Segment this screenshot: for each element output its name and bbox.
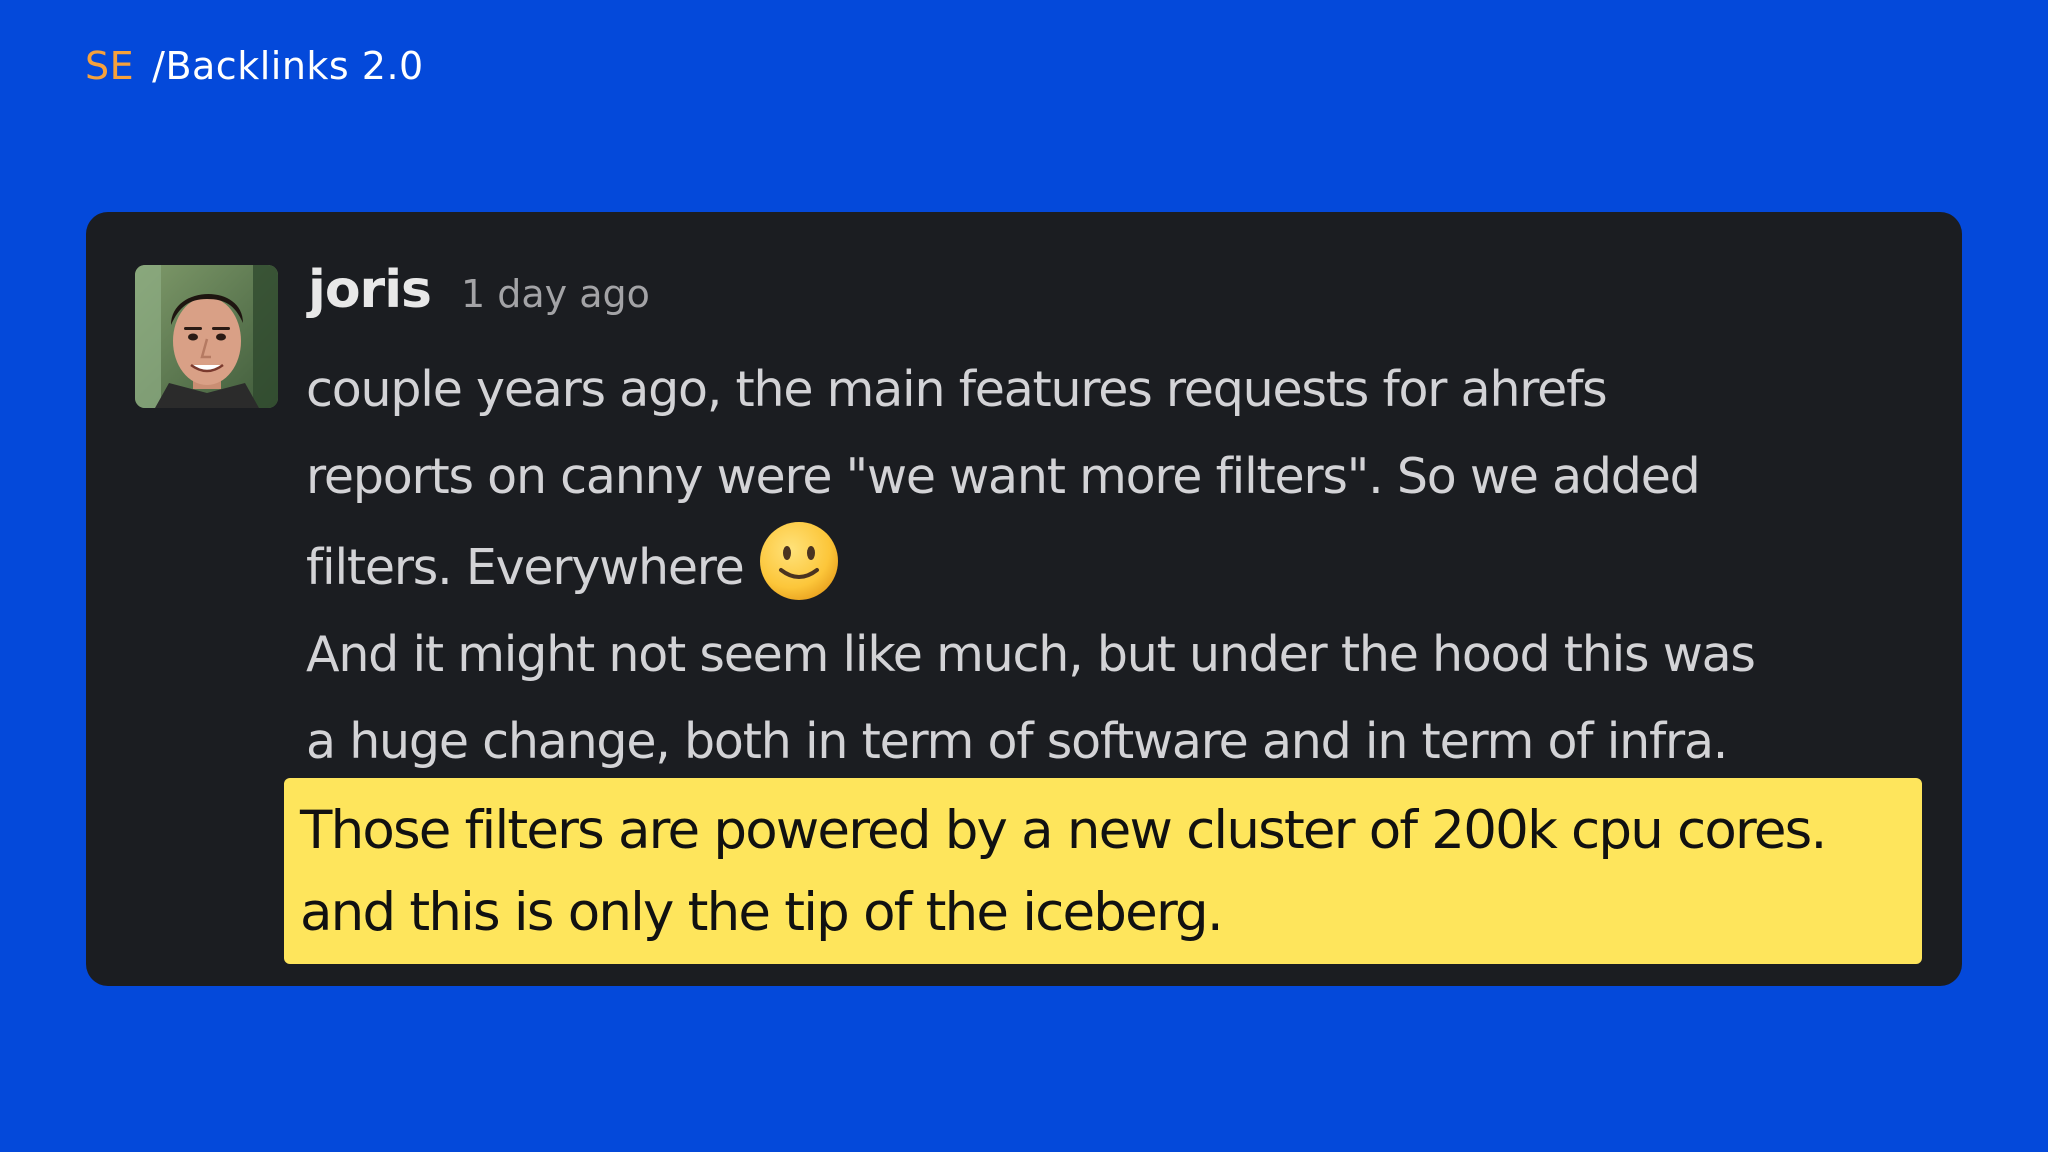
page-header: SE/Backlinks 2.0 bbox=[85, 38, 424, 94]
slightly-smiling-face-icon bbox=[758, 520, 840, 602]
message-line: a huge change, both in term of software … bbox=[306, 713, 1728, 770]
message-header: joris 1 day ago bbox=[308, 260, 650, 330]
message-line: couple years ago, the main features requ… bbox=[306, 361, 1608, 418]
message-timestamp[interactable]: 1 day ago bbox=[461, 272, 650, 316]
highlighted-line: Those filters are powered by a new clust… bbox=[300, 800, 1827, 861]
highlighted-text: Those filters are powered by a new clust… bbox=[284, 778, 1922, 964]
message-line-with-emoji: filters. Everywhere bbox=[306, 520, 1946, 611]
message-line: reports on canny were "we want more filt… bbox=[306, 448, 1701, 505]
message-body: couple years ago, the main features requ… bbox=[306, 346, 1946, 785]
message-line-text: filters. Everywhere bbox=[306, 539, 745, 596]
author-name[interactable]: joris bbox=[308, 260, 432, 320]
brand-title: /Backlinks 2.0 bbox=[152, 44, 424, 88]
chat-message-card: joris 1 day ago couple years ago, the ma… bbox=[86, 212, 1962, 986]
brand-prefix: SE bbox=[85, 44, 135, 88]
avatar[interactable] bbox=[135, 265, 278, 408]
message-line: And it might not seem like much, but und… bbox=[306, 626, 1756, 683]
highlighted-line: and this is only the tip of the iceberg. bbox=[300, 882, 1224, 943]
